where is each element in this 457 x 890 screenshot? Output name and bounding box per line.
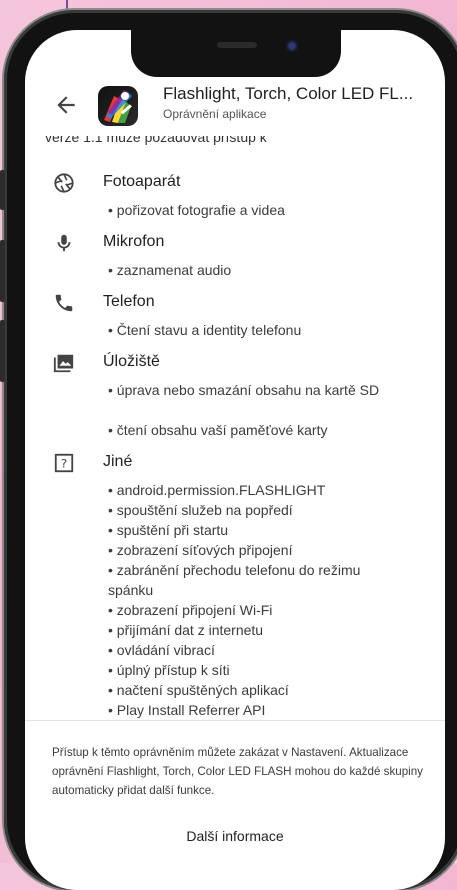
permission-item: • zaznamenat audio <box>108 262 232 278</box>
microphone-icon <box>57 234 71 252</box>
phone-icon <box>55 294 73 312</box>
back-arrow-icon[interactable] <box>53 92 79 118</box>
speaker-grille <box>217 42 257 48</box>
group-label: Úložiště <box>103 353 160 370</box>
permission-group-storage: Úložiště <box>25 350 445 376</box>
permission-item: • zobrazení síťových připojení <box>108 542 293 558</box>
phone-side-button <box>0 170 5 210</box>
app-title: Flashlight, Torch, Color LED FL... <box>163 84 414 103</box>
permission-item: • spuštění při startu <box>108 522 229 538</box>
camera-shutter-icon <box>54 173 74 193</box>
phone-side-button <box>0 240 5 302</box>
phone-side-button <box>0 320 5 382</box>
phone-notch <box>131 30 341 77</box>
top-app-bar: Flashlight, Torch, Color LED FL... Opráv… <box>25 80 445 136</box>
group-label: Telefon <box>103 293 155 310</box>
permission-item: • Čtení stavu a identity telefonu <box>108 322 302 338</box>
group-label: Mikrofon <box>103 233 165 250</box>
more-info-button[interactable]: Další informace <box>25 828 445 844</box>
permission-group-microphone: Mikrofon <box>25 230 445 256</box>
permission-item: • přijímání dat z internetu <box>108 622 264 638</box>
front-camera-icon <box>286 40 298 52</box>
group-label: Fotoaparát <box>103 173 181 190</box>
permission-item: • zabránění přechodu telefonu do režimu … <box>108 562 361 598</box>
permission-item: • zobrazení připojení Wi-Fi <box>108 602 273 618</box>
divider <box>25 720 445 721</box>
svg-text:?: ? <box>61 457 67 471</box>
page-subtitle: Oprávnění aplikace <box>163 107 267 121</box>
photo-storage-icon <box>53 354 74 373</box>
permission-group-phone: Telefon <box>25 290 445 316</box>
app-logo-icon <box>98 86 138 126</box>
permission-item: • čtení obsahu vaší paměťové karty <box>108 422 328 438</box>
footer-note: Přístup k těmto oprávněním můžete zakáza… <box>52 746 423 797</box>
permission-item: • spouštění služeb na popředí <box>108 502 293 518</box>
app-screen: Flashlight, Torch, Color LED FL... Opráv… <box>25 30 445 890</box>
permission-group-camera: Fotoaparát <box>25 170 445 196</box>
permission-item: • pořizovat fotografie a videa <box>108 202 285 218</box>
permission-group-other: ? Jiné <box>25 450 445 476</box>
permission-item: • úplný přístup k síti <box>108 662 230 678</box>
intro-text: verze 1.1 může požadovat přístup k <box>45 136 267 145</box>
question-box-icon: ? <box>54 453 74 473</box>
group-label: Jiné <box>103 453 133 470</box>
permission-item: • načtení spuštěných aplikací <box>108 682 289 698</box>
permission-item: • úprava nebo smazání obsahu na kartě SD <box>108 382 380 398</box>
permission-item: • ovládání vibrací <box>108 642 215 658</box>
phone-frame: Flashlight, Torch, Color LED FL... Opráv… <box>0 10 457 890</box>
permission-item: • Play Install Referrer API <box>108 702 266 718</box>
permission-item: • android.permission.FLASHLIGHT <box>108 482 326 498</box>
